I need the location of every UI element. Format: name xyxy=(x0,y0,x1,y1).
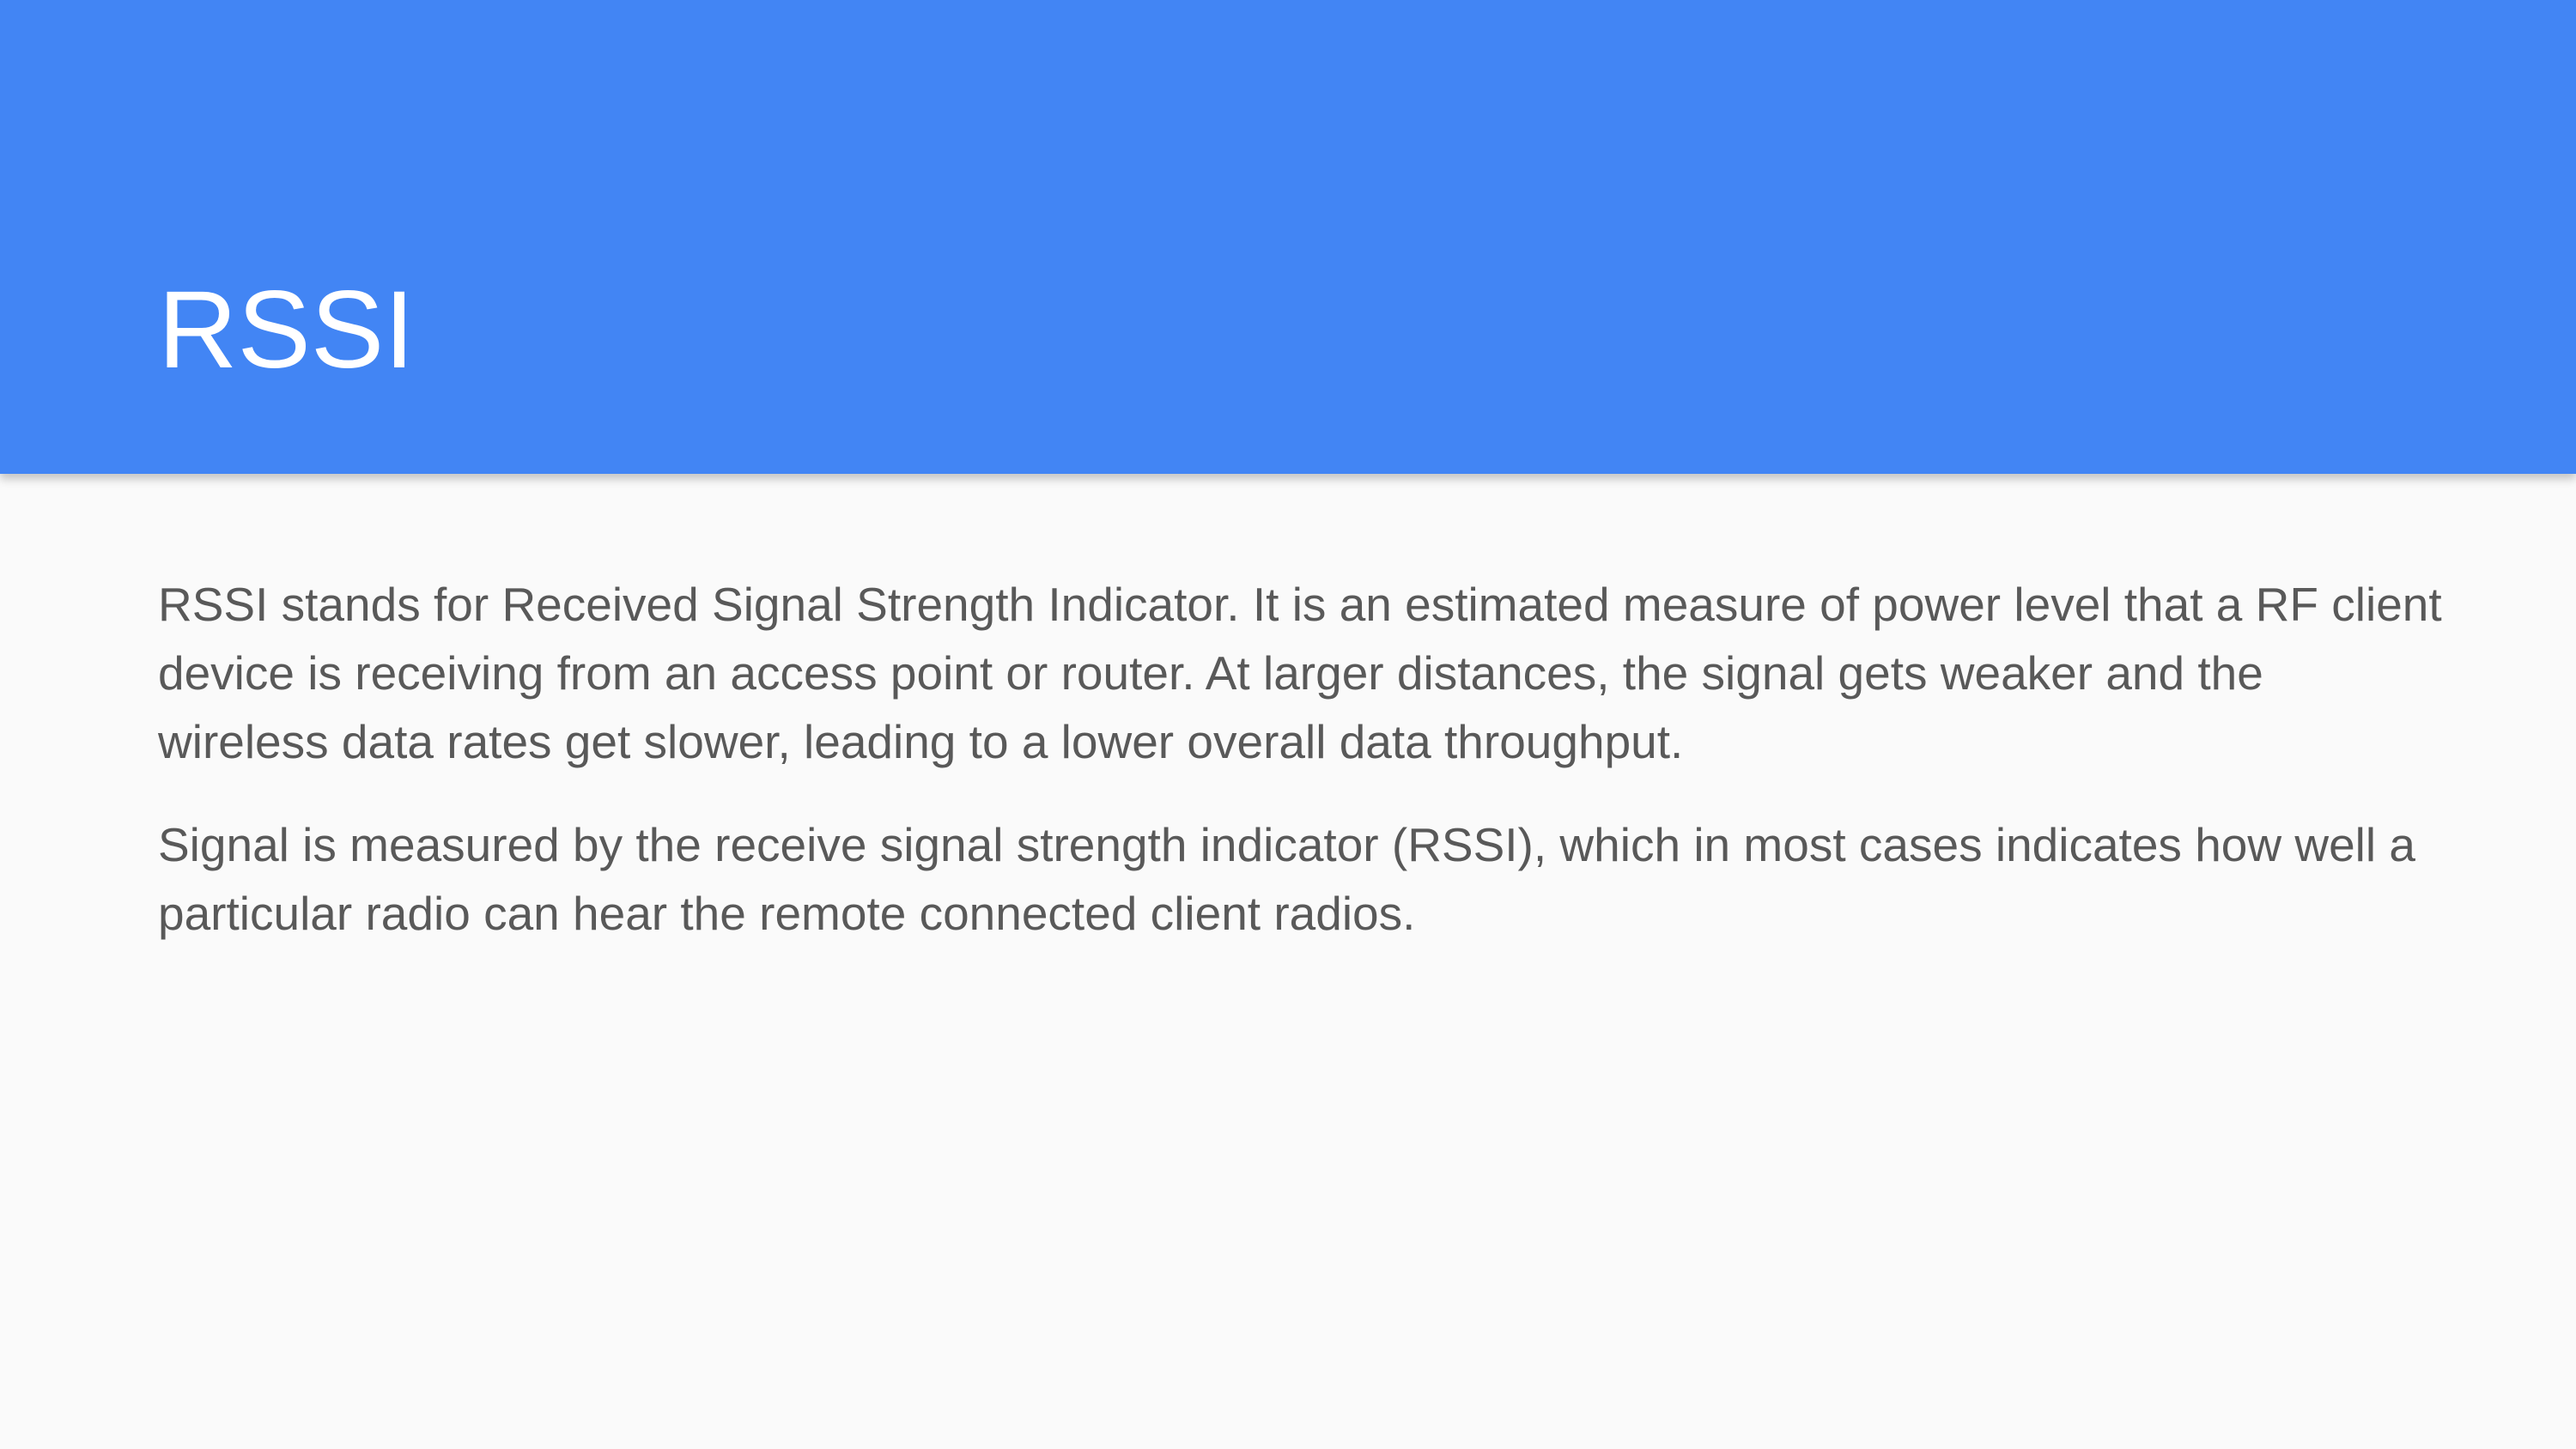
body-paragraph: Signal is measured by the receive signal… xyxy=(158,818,2415,940)
body-paragraph: RSSI stands for Received Signal Strength… xyxy=(158,578,2442,768)
slide-header: RSSI xyxy=(0,0,2576,474)
slide-title: RSSI xyxy=(158,269,415,391)
slide: RSSI RSSI stands for Received Signal Str… xyxy=(0,0,2576,1449)
slide-body: RSSI stands for Received Signal Strength… xyxy=(158,570,2442,982)
